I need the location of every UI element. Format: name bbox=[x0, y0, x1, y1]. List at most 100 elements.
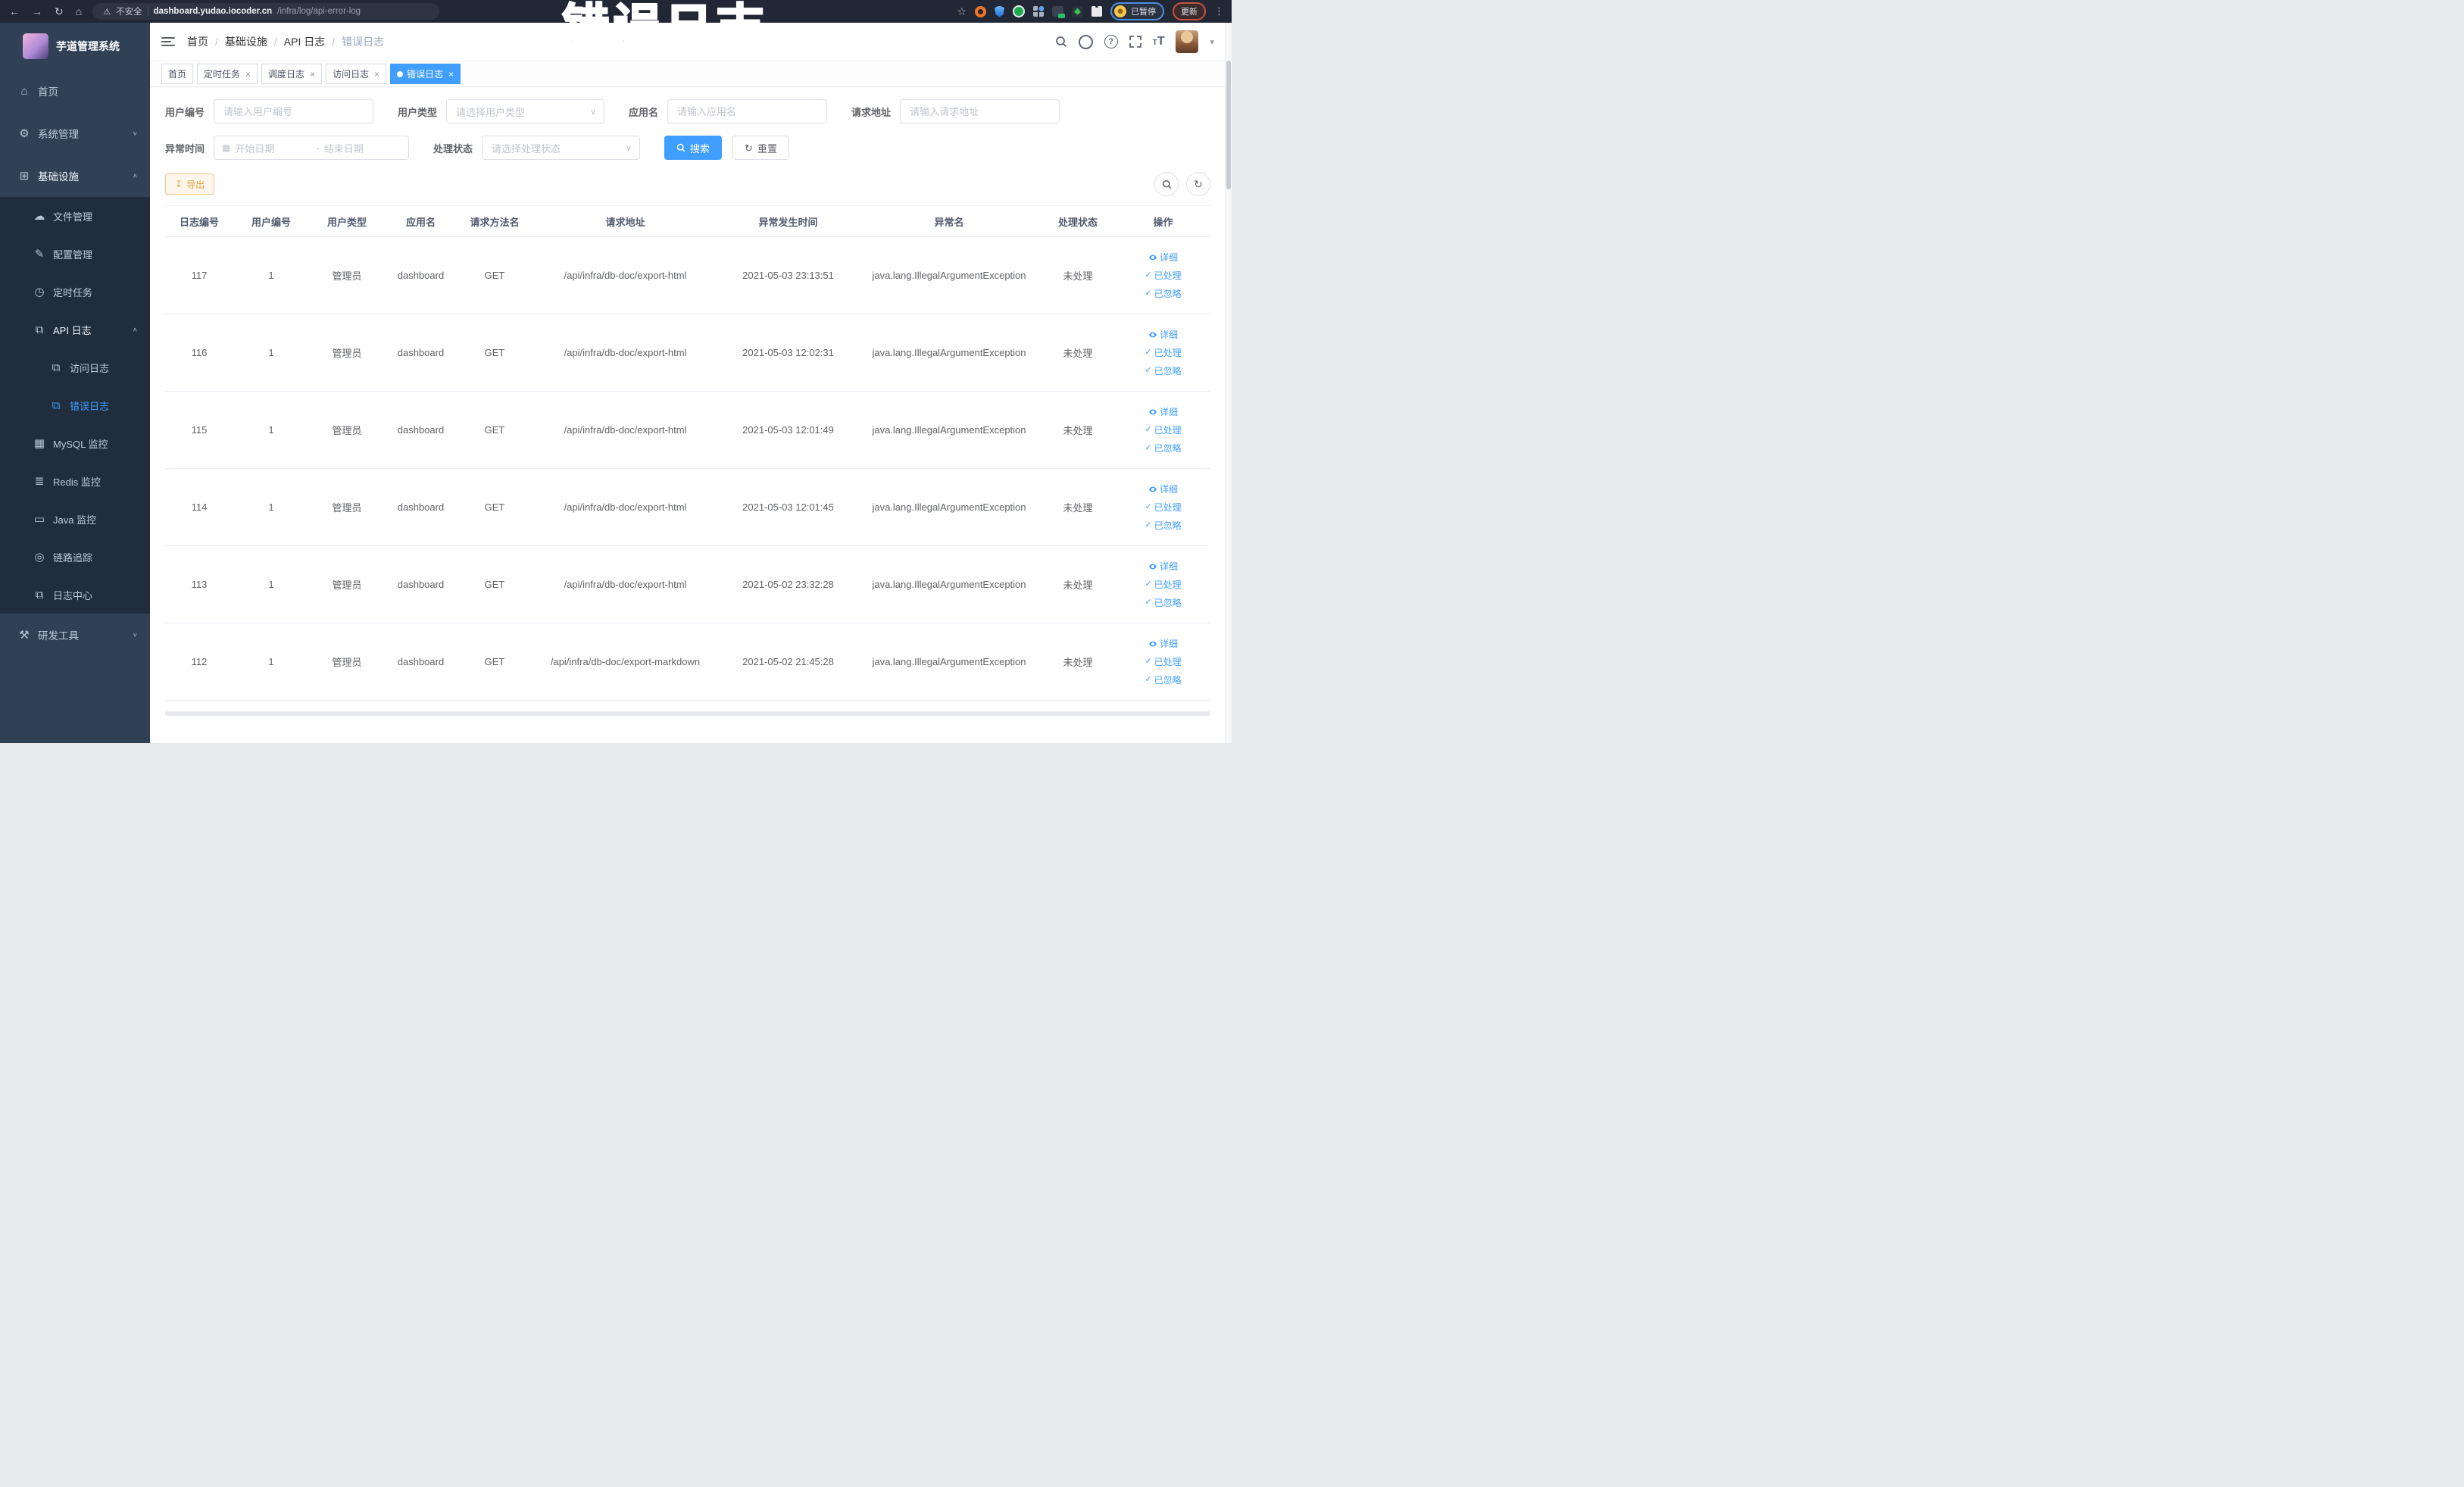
cell-exception: java.lang.IllegalArgumentException bbox=[858, 623, 1040, 701]
sidebar-item-label: 研发工具 bbox=[38, 630, 79, 642]
avatar[interactable] bbox=[1176, 30, 1199, 53]
sidebar-item-config[interactable]: ✎ 配置管理 bbox=[0, 235, 150, 273]
tab-item[interactable]: 错误日志 × bbox=[390, 64, 461, 84]
sidebar-item-tool[interactable]: ⚒ 研发工具 ∨ bbox=[0, 614, 150, 656]
action-detail[interactable]: 详细 bbox=[1148, 251, 1178, 264]
forward-icon[interactable]: → bbox=[32, 5, 42, 17]
request-url-input[interactable] bbox=[900, 99, 1060, 123]
action-detail[interactable]: 详细 bbox=[1148, 328, 1178, 341]
sidebar-item-accesslog[interactable]: ⧉ 访问日志 bbox=[0, 348, 150, 386]
search-icon[interactable] bbox=[1055, 36, 1067, 48]
cell-status: 未处理 bbox=[1040, 314, 1116, 392]
export-button[interactable]: ↧ 导出 bbox=[165, 173, 215, 195]
process-status-select[interactable]: 请选择处理状态 ∨ bbox=[482, 136, 641, 160]
hamburger-icon[interactable] bbox=[161, 37, 175, 46]
refresh-table-button[interactable]: ↻ bbox=[1186, 172, 1210, 196]
action-ignored[interactable]: ✓ 已忽略 bbox=[1145, 596, 1181, 609]
home-icon[interactable]: ⌂ bbox=[76, 5, 82, 17]
extension-shield-icon[interactable] bbox=[995, 5, 1004, 17]
action-processed[interactable]: ✓ 已处理 bbox=[1145, 501, 1181, 514]
app-logo[interactable]: 芋道管理系统 bbox=[0, 23, 150, 70]
close-icon[interactable]: × bbox=[374, 69, 379, 80]
select-placeholder: 请选择用户类型 bbox=[456, 106, 526, 118]
table-row: 115 1 管理员 dashboard GET/api/infra/db-doc/exp… bbox=[165, 391, 1210, 469]
horizontal-scrollbar[interactable] bbox=[165, 711, 1210, 716]
action-detail[interactable]: 详细 bbox=[1148, 637, 1178, 650]
sidebar-item-home[interactable]: ⌂ 首页 bbox=[0, 70, 150, 112]
cell-method: GET bbox=[457, 314, 532, 392]
breadcrumb-item[interactable]: 首页 bbox=[187, 34, 208, 49]
extension-green-icon[interactable] bbox=[1013, 5, 1025, 17]
action-detail[interactable]: 详细 bbox=[1148, 483, 1178, 495]
font-size-icon[interactable]: TT bbox=[1153, 36, 1165, 48]
update-button[interactable]: 更新 bbox=[1173, 2, 1206, 20]
back-icon[interactable]: ← bbox=[9, 5, 20, 17]
action-detail[interactable]: 详细 bbox=[1148, 405, 1178, 418]
extension-leaf-icon[interactable] bbox=[1072, 5, 1083, 17]
action-ignored[interactable]: ✓ 已忽略 bbox=[1145, 442, 1181, 455]
action-processed[interactable]: ✓ 已处理 bbox=[1145, 269, 1181, 282]
sidebar-item-gear[interactable]: ⚙ 系统管理 ∨ bbox=[0, 112, 150, 155]
bookmark-star-icon[interactable]: ☆ bbox=[957, 5, 967, 18]
cell-url: /api/infra/db-doc/export-html bbox=[532, 545, 718, 623]
action-ignored[interactable]: ✓ 已忽略 bbox=[1145, 287, 1181, 300]
action-detail[interactable]: 详细 bbox=[1148, 560, 1178, 573]
chevron-down-icon[interactable]: ▾ bbox=[1210, 37, 1214, 47]
github-icon[interactable] bbox=[1078, 34, 1093, 49]
sidebar-item-label: 首页 bbox=[38, 86, 58, 98]
tab-item[interactable]: 访问日志 × bbox=[326, 64, 387, 84]
tab-item[interactable]: 首页 bbox=[161, 64, 194, 84]
cell-app: dashboard bbox=[385, 314, 457, 392]
action-processed[interactable]: ✓ 已处理 bbox=[1145, 346, 1181, 359]
sidebar-item-java[interactable]: ▭ Java 监控 bbox=[0, 500, 150, 538]
tab-item[interactable]: 调度日志 × bbox=[261, 64, 323, 84]
help-icon[interactable]: ? bbox=[1104, 35, 1118, 48]
action-processed[interactable]: ✓ 已处理 bbox=[1145, 655, 1181, 668]
fullscreen-icon[interactable] bbox=[1129, 36, 1141, 48]
reset-button[interactable]: ↻ 重置 bbox=[732, 136, 789, 160]
tabs-bar: 首页 定时任务 × 调度日志 × 访问日志 × 错误日志 × bbox=[150, 61, 1226, 87]
extension-adblock-icon[interactable] bbox=[975, 5, 986, 17]
sidebar-item-trace[interactable]: ◎ 链路追踪 bbox=[0, 538, 150, 576]
tab-item[interactable]: 定时任务 × bbox=[197, 64, 258, 84]
close-icon[interactable]: × bbox=[310, 69, 315, 80]
extension-switch-icon[interactable] bbox=[1052, 6, 1065, 18]
action-ignored[interactable]: ✓ 已忽略 bbox=[1145, 364, 1181, 377]
exception-time-range[interactable]: ▦ 开始日期 - 结束日期 bbox=[214, 136, 410, 160]
app-name-input[interactable] bbox=[667, 99, 828, 123]
close-icon[interactable]: × bbox=[448, 69, 454, 80]
address-bar[interactable]: ⚠ 不安全 dashboard.yudao.iocoder.cn/infra/l… bbox=[92, 3, 440, 20]
sidebar-item-mysql[interactable]: ▦ MySQL 监控 bbox=[0, 424, 150, 462]
sidebar-item-file[interactable]: ☁ 文件管理 bbox=[0, 197, 150, 235]
check-icon: ✓ bbox=[1145, 443, 1152, 452]
process-status-label: 处理状态 bbox=[433, 142, 473, 155]
breadcrumb-item[interactable]: 基础设施 bbox=[225, 34, 267, 49]
chevron-down-icon: ∨ bbox=[589, 107, 597, 117]
breadcrumb-item[interactable]: API 日志 bbox=[284, 34, 325, 49]
table-row: 112 1 管理员 dashboard GET/api/infra/db-doc/exp… bbox=[165, 623, 1210, 701]
user-type-select[interactable]: 请选择用户类型 ∨ bbox=[446, 99, 605, 123]
sidebar-item-job[interactable]: ◷ 定时任务 bbox=[0, 273, 150, 311]
action-ignored[interactable]: ✓ 已忽略 bbox=[1145, 519, 1181, 532]
extension-grid-icon[interactable] bbox=[1033, 6, 1044, 17]
sidebar-item-redis[interactable]: ≣ Redis 监控 bbox=[0, 462, 150, 500]
action-label: 详细 bbox=[1159, 407, 1178, 417]
extensions-puzzle-icon[interactable] bbox=[1091, 6, 1102, 17]
profile-badge[interactable]: ☻ 已暂停 bbox=[1110, 2, 1164, 20]
scrollbar-thumb[interactable] bbox=[1226, 61, 1231, 189]
action-processed[interactable]: ✓ 已处理 bbox=[1145, 423, 1181, 436]
reload-icon[interactable]: ↻ bbox=[55, 5, 64, 18]
search-button[interactable]: 搜索 bbox=[664, 136, 723, 160]
active-tab-dot-icon bbox=[397, 70, 404, 77]
sidebar-item-errorlog[interactable]: ⧉ 错误日志 bbox=[0, 386, 150, 424]
user-id-input[interactable] bbox=[214, 99, 374, 123]
sidebar-item-logcenter[interactable]: ⧉ 日志中心 bbox=[0, 576, 150, 614]
browser-menu-icon[interactable]: ⋮ bbox=[1214, 5, 1224, 17]
action-processed[interactable]: ✓ 已处理 bbox=[1145, 578, 1181, 591]
sidebar-item-apilog[interactable]: ⧉ API 日志 ∧ bbox=[0, 311, 150, 348]
vertical-scrollbar[interactable] bbox=[1225, 23, 1232, 743]
sidebar-item-infra[interactable]: ⊞ 基础设施 ∧ bbox=[0, 155, 150, 197]
action-ignored[interactable]: ✓ 已忽略 bbox=[1145, 673, 1181, 686]
toggle-search-button[interactable] bbox=[1154, 172, 1179, 196]
close-icon[interactable]: × bbox=[245, 69, 251, 80]
